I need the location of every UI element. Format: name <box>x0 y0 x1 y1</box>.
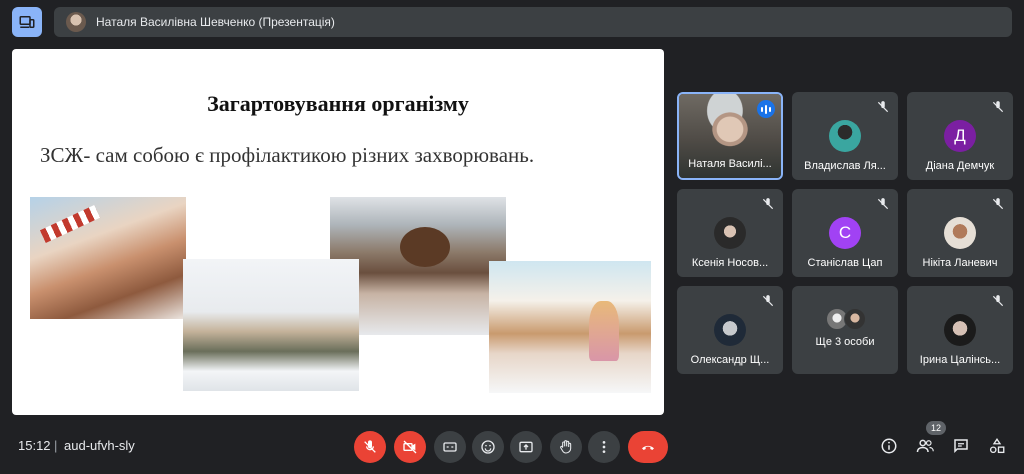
mic-off-icon <box>877 198 889 210</box>
shared-presentation: Загартовування організму ЗСЖ- сам собою … <box>12 49 664 415</box>
camera-off-icon <box>403 440 417 454</box>
emoji-icon <box>481 440 495 454</box>
meeting-clock: 15:12 <box>18 438 51 453</box>
participant-tile-more[interactable]: Ще 3 особи <box>792 286 898 374</box>
participant-avatar <box>714 314 746 346</box>
participant-avatar <box>944 217 976 249</box>
participant-name: Ірина Цалінсь... <box>919 354 1001 366</box>
hand-icon <box>560 440 572 454</box>
slide-photo-snow-exercise <box>183 259 359 391</box>
activities-button[interactable] <box>986 435 1008 457</box>
present-screen-button[interactable] <box>510 431 542 463</box>
camera-toggle-button[interactable] <box>394 431 426 463</box>
participant-name: Станіслав Цап <box>807 257 883 269</box>
participant-tile[interactable]: Олександр Щ... <box>677 286 783 374</box>
participant-name: Нікіта Ланевич <box>922 257 998 269</box>
participant-name: Наталя Василі... <box>688 158 772 170</box>
participant-name: Олександр Щ... <box>690 354 770 366</box>
chat-icon <box>954 439 968 454</box>
slide-photo-dousing <box>489 261 651 393</box>
participant-tile[interactable]: Наталя Василі... <box>677 92 783 180</box>
participant-name: Ксенія Носов... <box>691 257 769 269</box>
separator: | <box>54 438 58 453</box>
mic-off-icon <box>992 295 1004 307</box>
mic-off-icon <box>992 198 1004 210</box>
participant-avatar <box>829 120 861 152</box>
top-bar: Наталя Василівна Шевченко (Презентація) <box>12 5 1012 37</box>
people-icon <box>916 439 934 453</box>
info-icon <box>881 438 897 454</box>
speaking-indicator-icon <box>757 100 775 118</box>
slide-photo-towels <box>30 197 186 319</box>
present-icon <box>519 441 533 453</box>
chat-button[interactable] <box>950 435 972 457</box>
more-options-button[interactable] <box>588 431 620 463</box>
participant-avatar: Д <box>944 120 976 152</box>
participant-tile[interactable]: Ксенія Носов... <box>677 189 783 277</box>
raise-hand-button[interactable] <box>550 431 582 463</box>
meeting-code: aud-ufvh-sly <box>64 438 135 453</box>
participant-name: Владислав Ля... <box>804 160 886 172</box>
activities-icon <box>989 438 1005 454</box>
meeting-details-button[interactable] <box>878 435 900 457</box>
mic-off-icon <box>364 440 376 453</box>
slide-subtitle: ЗСЖ- сам собою є профілактикою різних за… <box>40 143 535 167</box>
people-count-badge: 12 <box>926 421 946 435</box>
more-vert-icon <box>602 441 606 453</box>
mic-toggle-button[interactable] <box>354 431 386 463</box>
mic-off-icon <box>877 101 889 113</box>
bottom-bar: 15:12 | aud-ufvh-sly <box>0 426 1024 466</box>
presenting-toggle-button[interactable] <box>12 7 42 37</box>
participant-tile[interactable]: Нікіта Ланевич <box>907 189 1013 277</box>
participant-tile[interactable]: Ірина Цалінсь... <box>907 286 1013 374</box>
devices-icon <box>19 16 35 28</box>
presenter-avatar <box>66 12 86 32</box>
participant-tile[interactable]: С Станіслав Цап <box>792 189 898 277</box>
mic-off-icon <box>762 295 774 307</box>
call-end-icon <box>642 445 654 450</box>
presenter-label: Наталя Василівна Шевченко (Презентація) <box>96 15 335 29</box>
participant-tile[interactable]: Владислав Ля... <box>792 92 898 180</box>
participant-tile[interactable]: Д Діана Демчук <box>907 92 1013 180</box>
more-participants-label: Ще 3 особи <box>815 336 875 348</box>
participant-avatar <box>714 217 746 249</box>
reactions-button[interactable] <box>472 431 504 463</box>
slide-title: Загартовування організму <box>207 91 469 116</box>
mic-off-icon <box>992 101 1004 113</box>
participant-avatar <box>944 314 976 346</box>
more-participants-avatars <box>826 308 866 332</box>
participant-avatar: С <box>829 217 861 249</box>
captions-button[interactable] <box>434 431 466 463</box>
participant-name: Діана Демчук <box>925 160 995 172</box>
mic-off-icon <box>762 198 774 210</box>
people-button[interactable] <box>914 435 936 457</box>
leave-call-button[interactable] <box>628 431 668 463</box>
presenter-banner[interactable]: Наталя Василівна Шевченко (Презентація) <box>54 7 1012 37</box>
captions-icon <box>443 442 457 452</box>
